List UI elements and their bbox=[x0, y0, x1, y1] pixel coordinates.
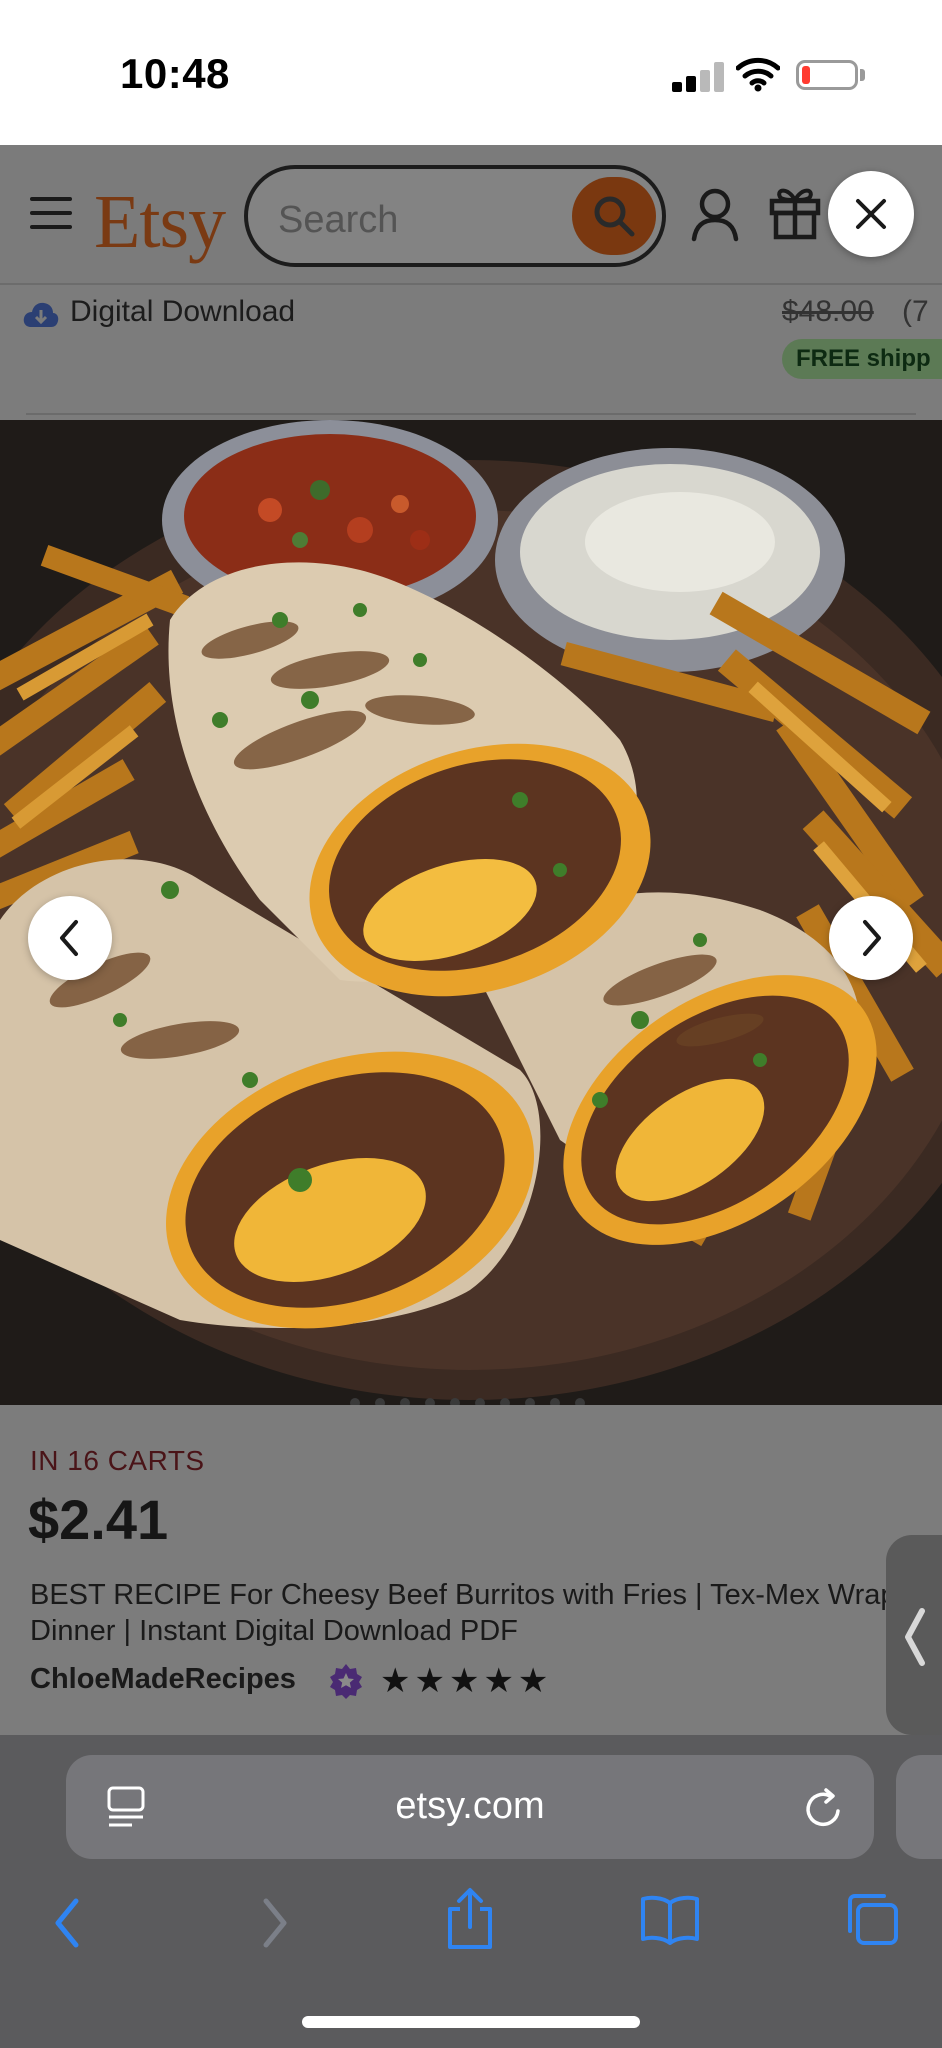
address-bar[interactable]: etsy.com bbox=[66, 1755, 874, 1859]
reload-icon[interactable] bbox=[804, 1787, 844, 1829]
cloud-download-icon bbox=[23, 302, 59, 327]
back-icon[interactable] bbox=[48, 1895, 88, 1951]
in-carts-label: IN 16 CARTS bbox=[30, 1445, 205, 1476]
listing-title[interactable]: BEST RECIPE For Cheesy Beef Burritos wit… bbox=[30, 1577, 900, 1649]
browser-chrome: etsy.com bbox=[0, 1735, 942, 2048]
old-price-discount: (7 bbox=[902, 295, 929, 328]
status-bar: 10:48 bbox=[0, 0, 942, 145]
divider bbox=[26, 413, 916, 415]
url-text: etsy.com bbox=[395, 1785, 545, 1827]
bookmarks-icon[interactable] bbox=[640, 1893, 700, 1945]
hamburger-icon[interactable] bbox=[30, 197, 72, 229]
search-placeholder: Search bbox=[278, 199, 399, 241]
search-input[interactable]: Search bbox=[244, 165, 666, 267]
next-image-button[interactable] bbox=[829, 896, 913, 980]
search-button[interactable] bbox=[572, 177, 656, 255]
star-seller-icon bbox=[330, 1664, 362, 1699]
previous-image-button[interactable] bbox=[28, 896, 112, 980]
listing-price: $2.41 bbox=[28, 1488, 169, 1551]
chevron-left-icon bbox=[905, 1608, 925, 1666]
rating-stars: ★★★★★ bbox=[380, 1662, 553, 1700]
close-icon bbox=[856, 199, 886, 229]
close-button[interactable] bbox=[828, 171, 914, 257]
side-panel-tab[interactable] bbox=[886, 1535, 942, 1735]
cellular-signal-icon bbox=[672, 62, 724, 92]
etsy-page: Etsy Search Digital Download $48.00 (7 F… bbox=[0, 145, 942, 1735]
etsy-header: Etsy Search bbox=[0, 145, 942, 285]
chevron-right-icon bbox=[863, 920, 881, 956]
status-time: 10:48 bbox=[120, 50, 230, 97]
next-tab-peek[interactable] bbox=[896, 1755, 942, 1859]
battery-icon bbox=[796, 60, 858, 90]
account-icon[interactable] bbox=[690, 187, 740, 243]
share-icon[interactable] bbox=[444, 1887, 496, 1951]
old-price: $48.00 bbox=[782, 295, 874, 328]
product-image[interactable] bbox=[0, 420, 942, 1405]
digital-download-label: Digital Download bbox=[70, 295, 296, 328]
shop-name[interactable]: ChloeMadeRecipes bbox=[30, 1663, 296, 1696]
etsy-logo[interactable]: Etsy bbox=[94, 179, 226, 266]
chevron-left-icon bbox=[60, 920, 78, 956]
forward-icon[interactable] bbox=[254, 1895, 294, 1951]
gift-icon[interactable] bbox=[768, 183, 822, 241]
home-indicator[interactable] bbox=[302, 2016, 640, 2028]
wifi-icon bbox=[735, 56, 781, 92]
search-icon bbox=[594, 196, 635, 237]
tabs-icon[interactable] bbox=[844, 1891, 900, 1947]
free-shipping-badge: FREE shipp bbox=[782, 339, 942, 379]
